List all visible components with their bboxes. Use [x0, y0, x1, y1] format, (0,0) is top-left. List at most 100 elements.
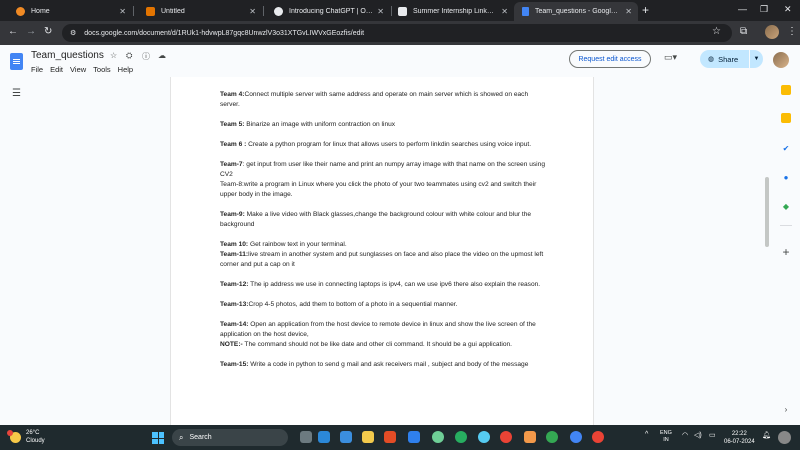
tab-close-icon[interactable]: ✕	[119, 7, 126, 16]
side-panel: ✔ ● ◆ + ›	[775, 77, 800, 425]
system-clock[interactable]: 22:22 06-07-2024	[724, 430, 755, 446]
weather-widget[interactable]: 26°C Cloudy	[7, 429, 45, 445]
url-text: docs.google.com/document/d/1RUk1-hdvwpL8…	[84, 29, 365, 37]
menu-tools[interactable]: Tools	[93, 65, 111, 74]
document-title[interactable]: Team_questions	[31, 50, 104, 61]
close-window-icon[interactable]: ✕	[784, 4, 792, 15]
app-icon[interactable]	[340, 431, 352, 443]
browser-tab[interactable]: Summer Internship LinkedIn Ex ✕	[390, 2, 514, 21]
menu-help[interactable]: Help	[118, 65, 133, 74]
menu-dots-icon[interactable]: ⋮	[787, 26, 797, 37]
task-text: Write a code in python to send g mail an…	[248, 361, 529, 368]
notification-bell-icon[interactable]: 🔔︎	[762, 431, 771, 439]
chrome-icon[interactable]	[500, 431, 512, 443]
battery-icon[interactable]: ▭	[709, 431, 716, 439]
cloud-status-icon[interactable]: ☁	[158, 51, 166, 60]
extensions-icon[interactable]: ⧉	[740, 26, 747, 37]
task-text: Team-8:write a program in Linux where yo…	[220, 181, 537, 198]
team-label: Team-15:	[220, 361, 249, 368]
app-icon[interactable]	[570, 431, 582, 443]
tasks-icon[interactable]: ✔	[781, 143, 791, 153]
meet-video-icon[interactable]: ▭▾	[664, 52, 677, 63]
taskbar-search[interactable]: ⌕ Search	[172, 429, 288, 446]
back-icon[interactable]: ←	[8, 26, 18, 37]
docs-logo-icon[interactable]	[10, 53, 23, 70]
task-text: The ip address we use in connecting lapt…	[248, 281, 541, 288]
tab-close-icon[interactable]: ✕	[377, 7, 384, 16]
app-icon[interactable]	[524, 431, 536, 443]
tab-close-icon[interactable]: ✕	[249, 7, 256, 16]
profile-icon[interactable]	[765, 25, 779, 39]
add-addon-icon[interactable]: +	[781, 245, 791, 259]
task-paragraph: Team 4:Connect multiple server with same…	[220, 90, 547, 110]
maps-icon[interactable]: ◆	[781, 201, 791, 211]
scrollbar-thumb[interactable]	[765, 177, 769, 247]
task-paragraph: Team-7: get input from user like their n…	[220, 160, 547, 180]
task-text: The command should not be like date and …	[242, 341, 513, 348]
site-settings-icon[interactable]: ⚙	[70, 29, 76, 37]
app-icon[interactable]	[318, 431, 330, 443]
tab-close-icon[interactable]: ✕	[501, 7, 508, 16]
bookmark-star-icon[interactable]: ☆	[712, 26, 721, 37]
wifi-icon[interactable]: ◠	[682, 431, 688, 439]
app-icon[interactable]	[432, 431, 444, 443]
chevron-right-icon[interactable]: ›	[781, 404, 791, 414]
edge-icon[interactable]	[455, 431, 467, 443]
app-icon[interactable]	[384, 431, 396, 443]
task-paragraph: Team-13:Crop 4-5 photos, add them to bot…	[220, 300, 547, 310]
copilot-icon[interactable]	[778, 431, 791, 444]
shared-people-icon[interactable]: ⛭	[126, 51, 132, 61]
document-page[interactable]: Team 4:Connect multiple server with same…	[170, 77, 594, 425]
browser-tab[interactable]: Introducing ChatGPT | OpenAI ✕	[266, 2, 390, 21]
share-button[interactable]: ◍ Share ▼	[700, 50, 763, 68]
tab-favicon-icon	[274, 7, 283, 16]
minimize-icon[interactable]: —	[738, 4, 747, 14]
restore-icon[interactable]: ❐	[760, 4, 768, 15]
task-paragraph: Team 6 : Create a python program for lin…	[220, 140, 547, 150]
outline-icon[interactable]: ☰	[12, 88, 21, 99]
task-text: Make a live video with Black glasses,cha…	[220, 211, 532, 228]
menu-file[interactable]: File	[31, 65, 43, 74]
reload-icon[interactable]: ↻	[44, 26, 52, 37]
team-label: Team 4:	[220, 91, 245, 98]
task-paragraph: Team-12: The ip address we use in connec…	[220, 280, 547, 290]
avatar[interactable]	[773, 52, 789, 68]
share-chevron-down-icon[interactable]: ▼	[749, 50, 763, 68]
vscode-icon[interactable]	[408, 431, 420, 443]
menu-view[interactable]: View	[70, 65, 86, 74]
request-edit-access-button[interactable]: Request edit access	[569, 50, 651, 68]
app-icon[interactable]	[478, 431, 490, 443]
language-indicator[interactable]: ENG IN	[660, 430, 672, 444]
region-code: IN	[663, 437, 669, 443]
forward-icon[interactable]: →	[26, 26, 36, 37]
task-text: Get rainbow text in your terminal.	[248, 241, 347, 248]
tray-chevron-up-icon[interactable]: ^	[645, 431, 648, 438]
contacts-icon[interactable]: ●	[781, 172, 791, 182]
address-bar[interactable]: ⚙ docs.google.com/document/d/1RUk1-hdvwp…	[62, 24, 732, 42]
new-tab-icon[interactable]: +	[642, 3, 649, 17]
team-label: Team 10:	[220, 241, 249, 248]
browser-tab[interactable]: Home ✕	[8, 2, 132, 21]
menu-edit[interactable]: Edit	[50, 65, 63, 74]
keep-icon[interactable]	[781, 113, 791, 123]
globe-icon: ◍	[708, 56, 715, 63]
star-icon[interactable]: ☆	[110, 51, 117, 60]
tab-close-icon[interactable]: ✕	[625, 7, 632, 16]
file-explorer-icon[interactable]	[362, 431, 374, 443]
tab-favicon-icon	[398, 7, 407, 16]
browser-tab[interactable]: Untitled ✕	[138, 2, 262, 21]
task-text: : get input from user like their name an…	[220, 161, 545, 178]
chrome-active-icon[interactable]	[546, 431, 558, 443]
calendar-icon[interactable]	[781, 85, 791, 95]
start-windows-icon[interactable]	[152, 432, 164, 444]
info-icon[interactable]: ⓘ	[142, 51, 150, 62]
browser-toolbar: ← → ↻ ⚙ docs.google.com/document/d/1RUk1…	[0, 21, 800, 45]
browser-tab-active[interactable]: Team_questions - Google Docs ✕	[514, 2, 638, 21]
chrome-icon[interactable]	[592, 431, 604, 443]
volume-icon[interactable]: ◁)	[694, 431, 702, 439]
task-view-icon[interactable]	[300, 431, 312, 443]
